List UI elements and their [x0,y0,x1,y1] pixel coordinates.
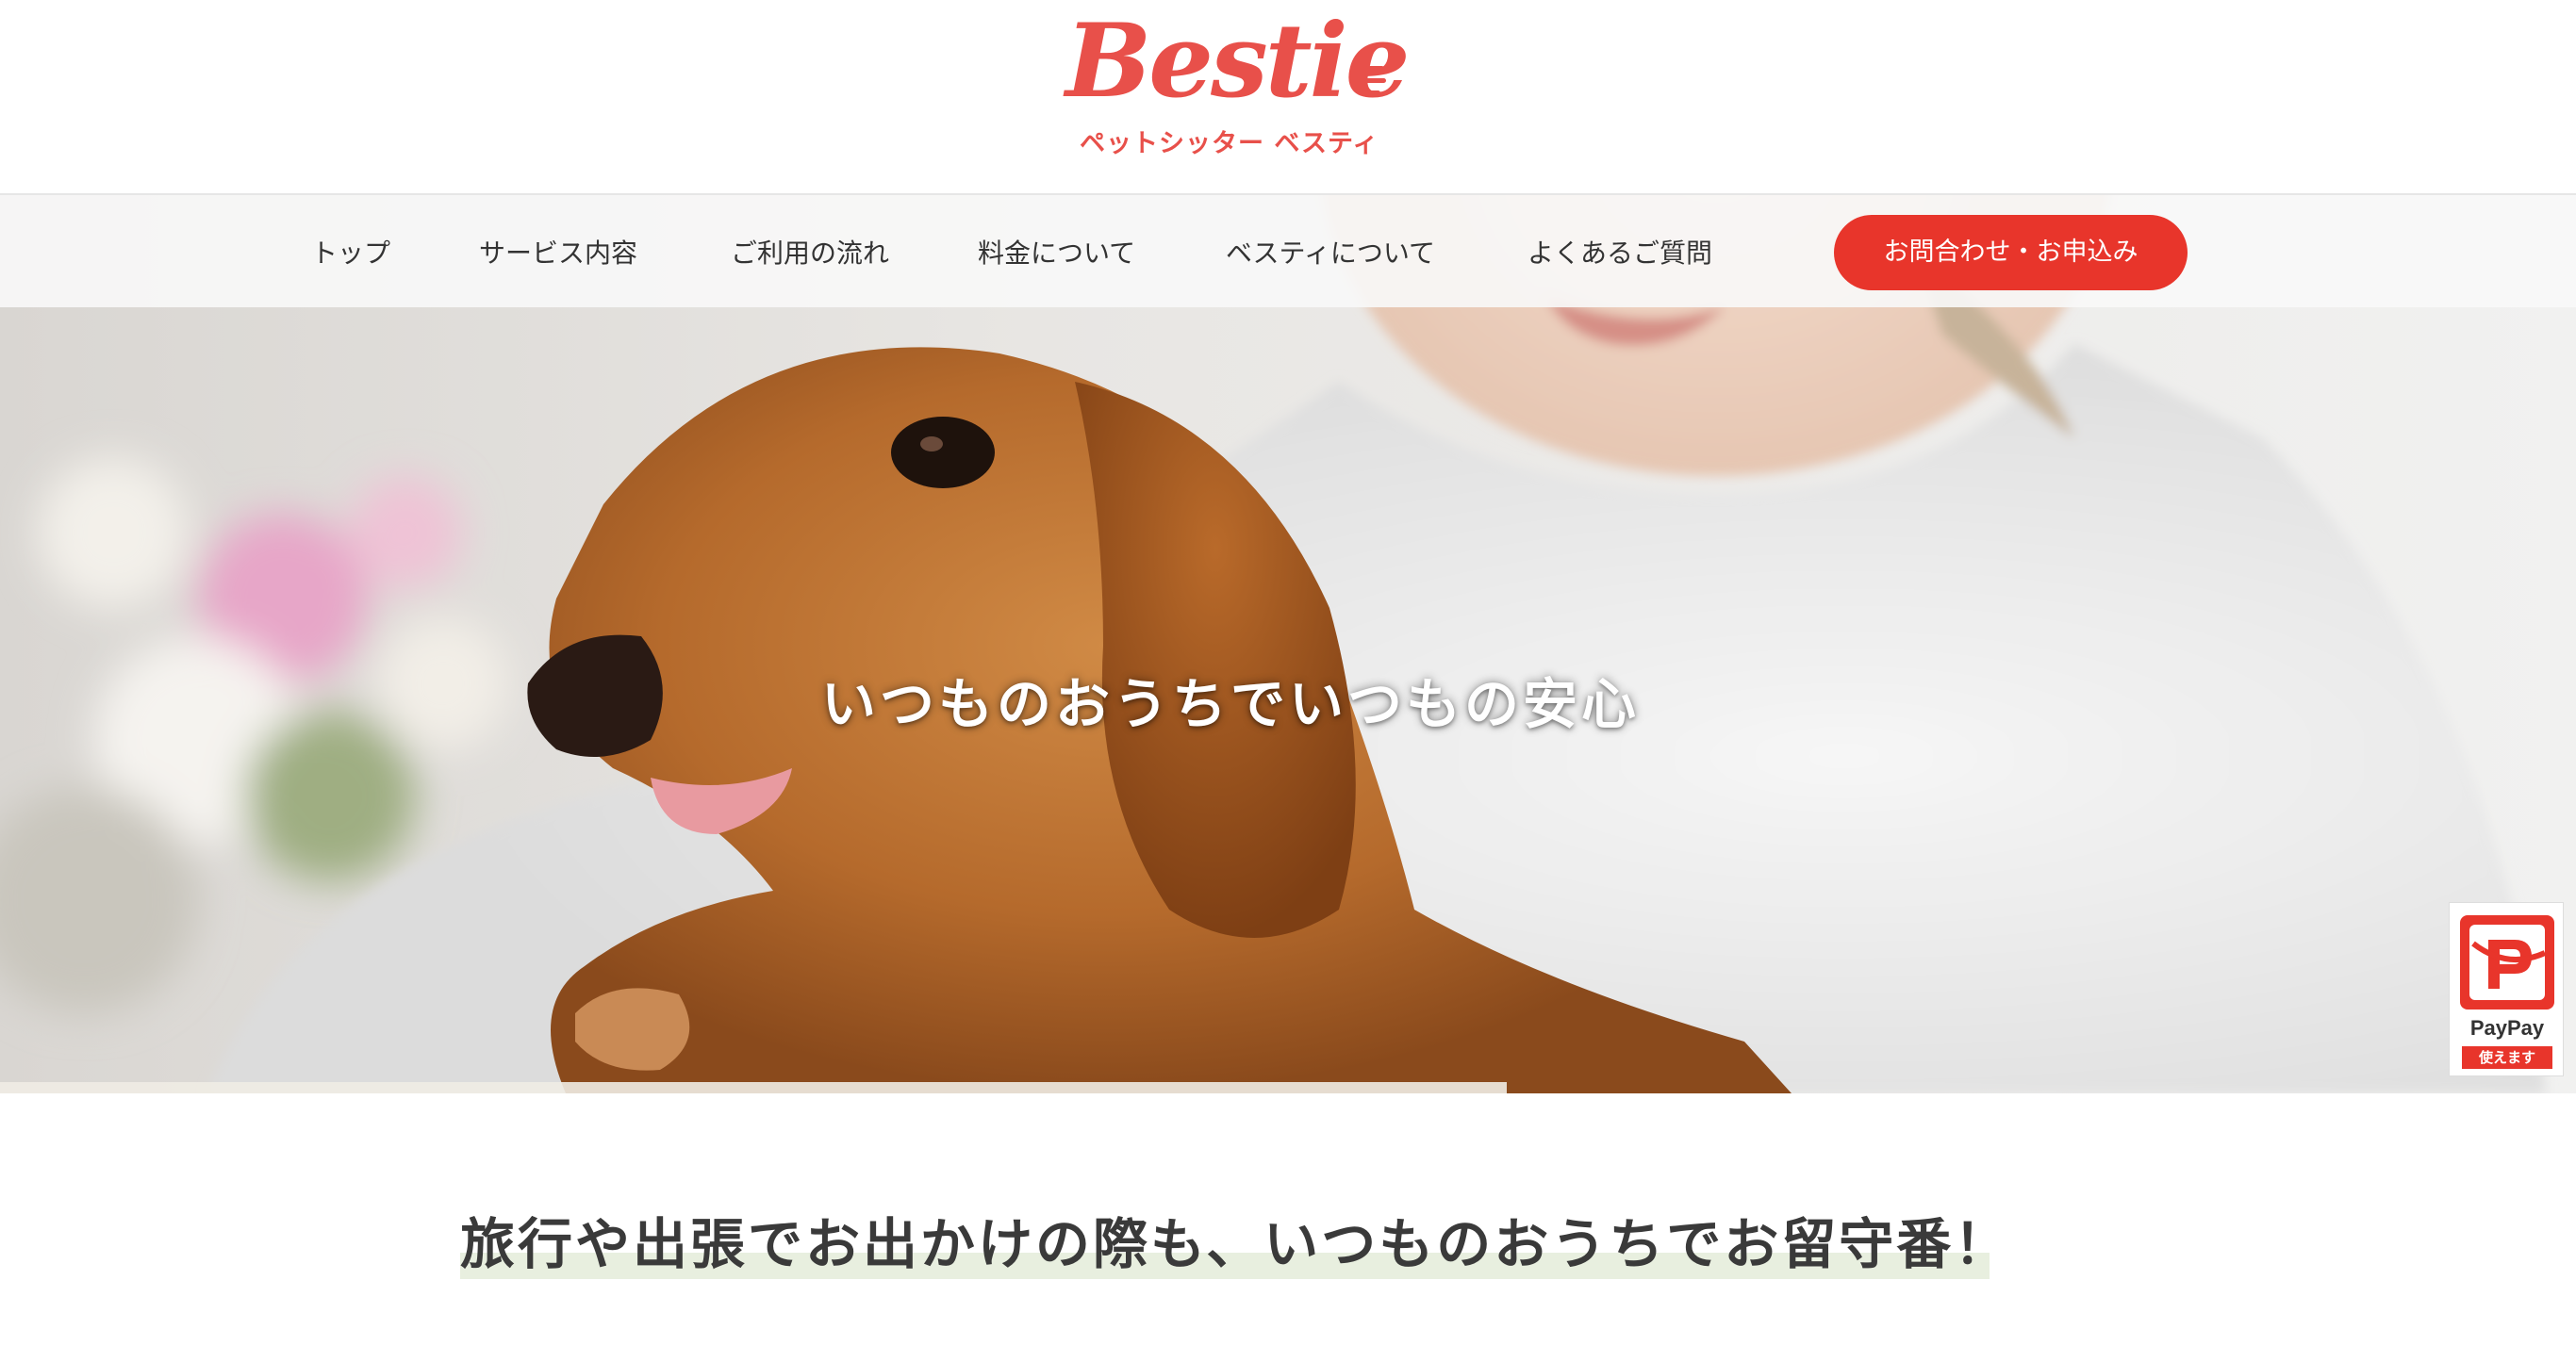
bestie-logo[interactable]: Bestie ペットシッター ベスティ [1065,2,1410,166]
logo-dash-decoration [1365,66,1384,71]
nav-item-about[interactable]: ベスティについて [1226,233,1435,271]
nav-item-flow[interactable]: ご利用の流れ [731,233,889,271]
site-header: Bestie ペットシッター ベスティ [0,0,2576,193]
nav-item-pricing[interactable]: 料金について [978,233,1135,271]
slide-progress-bar [0,1082,1507,1093]
hero-title: いつものおうちでいつもの安心 [820,672,1640,736]
logo-subtitle: ペットシッター ベスティ [1080,129,1379,158]
paypay-badge[interactable]: PayPay 使えます [2449,902,2564,1076]
contact-apply-button[interactable]: お問合わせ・お申込み [1834,215,2188,290]
main-navigation: トップ サービス内容 ご利用の流れ 料金について ベスティについて よくあるご質… [0,193,2576,307]
nav-item-faq[interactable]: よくあるご質問 [1527,233,1712,271]
nav-item-services[interactable]: サービス内容 [479,233,637,271]
hero-photo-dog-and-owner [0,193,2576,1093]
paypay-logo-icon [2460,915,2554,1010]
paypay-accepted-tag: 使えます [2462,1046,2552,1069]
logo-dash-decoration [1363,78,1386,83]
intro-section: 旅行や出張でお出かけの際も、いつものおうちでお留守番！ [460,1211,2012,1279]
hero-banner [0,193,2576,1093]
intro-heading: 旅行や出張でお出かけの際も、いつものおうちでお留守番！ [460,1212,2012,1276]
logo-dash-decoration [1362,90,1380,95]
paypay-label: PayPay [2469,1016,2545,1040]
nav-item-top[interactable]: トップ [311,233,390,271]
logo-wordmark: Bestie [1065,2,1410,121]
